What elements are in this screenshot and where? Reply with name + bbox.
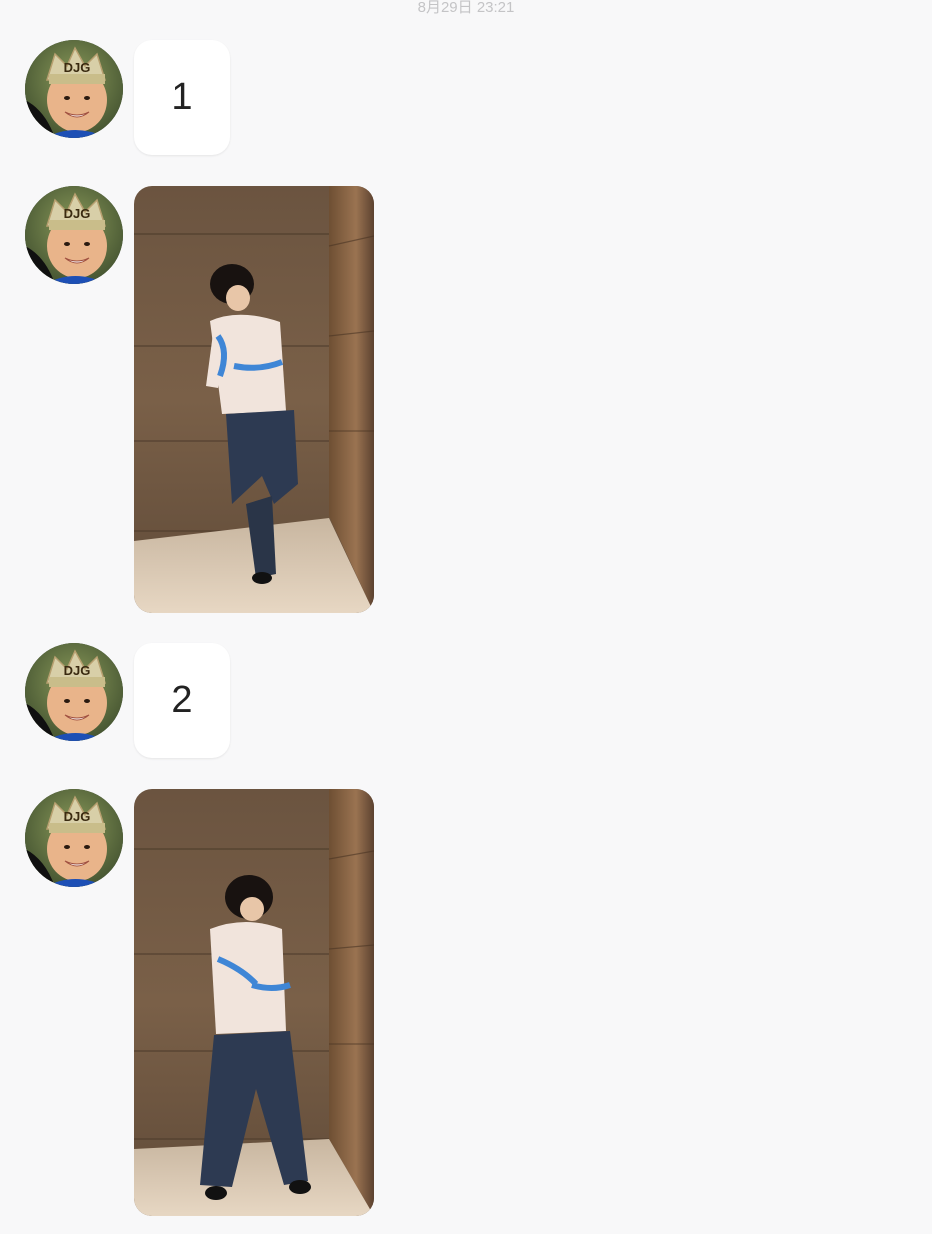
message-image-bubble[interactable] xyxy=(134,789,374,1216)
svg-text:DJG: DJG xyxy=(64,663,91,678)
message-text: 2 xyxy=(171,679,193,721)
chat-timestamp: 8月29日 23:21 xyxy=(417,0,515,16)
sender-avatar[interactable]: DJG xyxy=(25,40,123,138)
sender-avatar[interactable]: DJG xyxy=(25,186,123,284)
photo-person-leaning-wood-wall xyxy=(134,186,374,613)
sender-avatar[interactable]: DJG xyxy=(25,789,123,887)
message-text: 1 xyxy=(171,76,193,118)
message-text-bubble[interactable]: 1 xyxy=(134,40,230,155)
message-image-bubble[interactable] xyxy=(134,186,374,613)
svg-text:DJG: DJG xyxy=(64,809,91,824)
message-text-bubble[interactable]: 2 xyxy=(134,643,230,758)
svg-text:DJG: DJG xyxy=(64,206,91,221)
photo-person-standing-wood-wall xyxy=(134,789,374,1216)
svg-text:DJG: DJG xyxy=(64,60,91,75)
sender-avatar[interactable]: DJG xyxy=(25,643,123,741)
